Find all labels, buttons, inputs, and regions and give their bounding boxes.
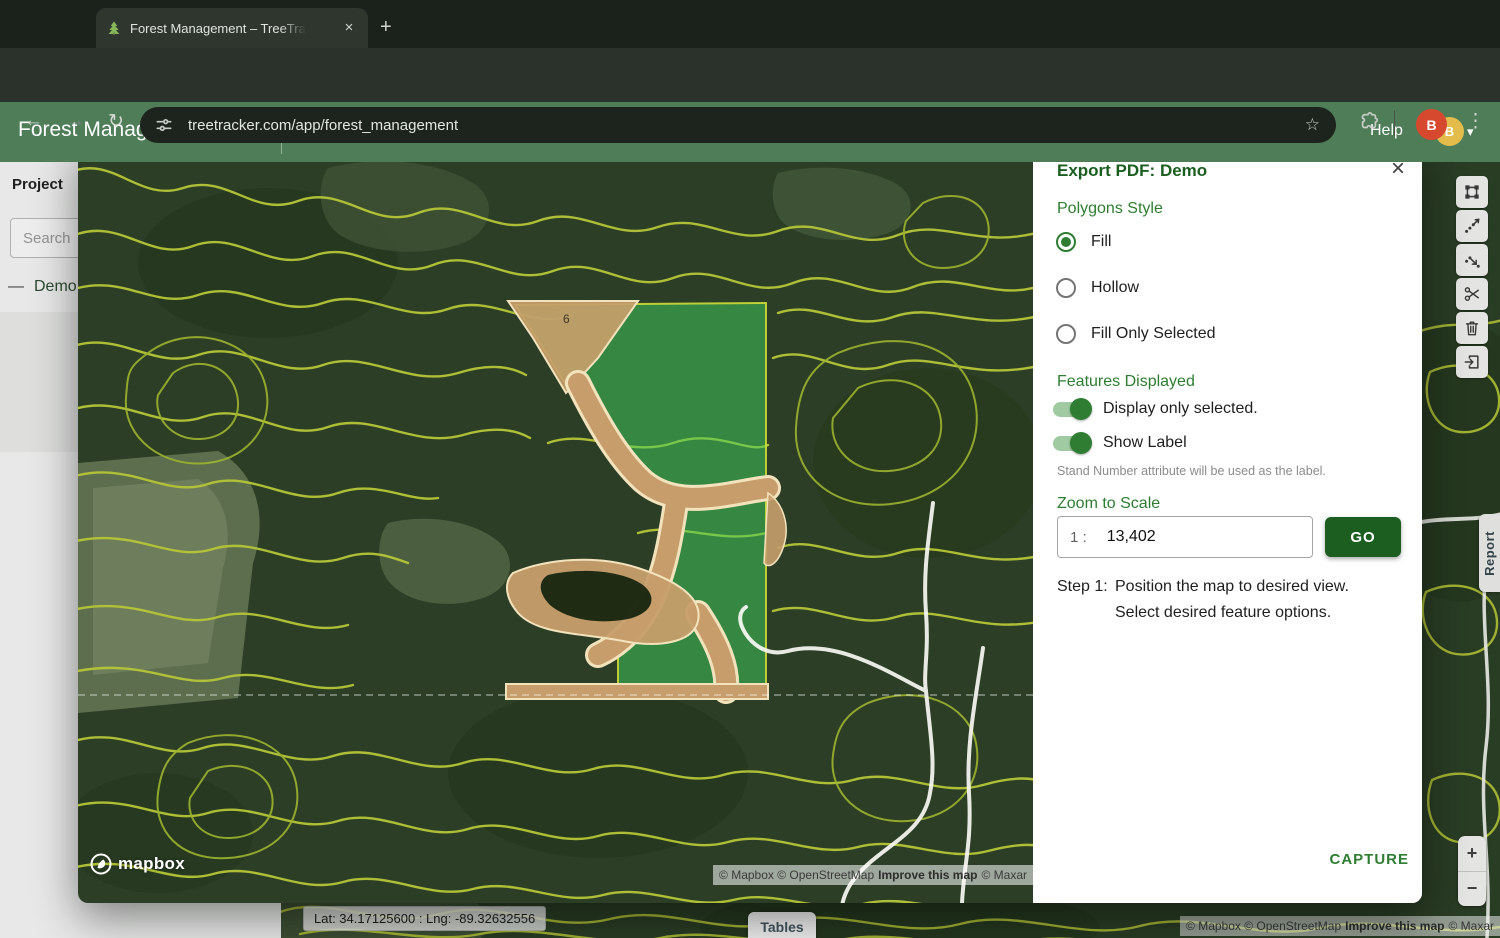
screen: Project — Demo (0, 0, 1500, 938)
radio-unselected-icon[interactable] (1056, 278, 1076, 298)
toggle-label: Display only selected. (1103, 400, 1258, 417)
toggle-display-only-selected[interactable]: Display only selected. (1053, 396, 1258, 422)
url-text[interactable]: treetracker.com/app/forest_management (188, 117, 458, 134)
tab-close-icon[interactable]: × (340, 19, 358, 37)
map-canvas[interactable]: 6 (78, 143, 1033, 903)
scale-value[interactable]: 13,402 (1107, 528, 1156, 546)
export-map-preview[interactable]: 6 mapbox © Mapbox © OpenStreetMap Improv… (78, 143, 1033, 903)
address-bar[interactable]: treetracker.com/app/forest_management ☆ (140, 107, 1336, 143)
toolbar-divider (1394, 110, 1395, 136)
stand-number-label: 6 (563, 312, 570, 326)
features-displayed-heading: Features Displayed (1057, 373, 1195, 390)
reload-button[interactable]: ↻ (108, 110, 124, 133)
zoom-to-scale-heading: Zoom to Scale (1057, 495, 1161, 512)
browser-toolbar: ← → ↻ treetracker.com/app/forest_managem… (0, 48, 1500, 143)
radio-label: Fill (1091, 233, 1112, 250)
profile-initial: B (1426, 116, 1437, 133)
radio-selected-icon[interactable] (1056, 232, 1076, 252)
tree-favicon-icon (108, 21, 120, 36)
step-line2: Select desired feature options. (1115, 604, 1332, 621)
mapbox-icon (90, 853, 112, 875)
mapbox-wordmark: mapbox (118, 854, 185, 873)
attribution-text: © Mapbox © OpenStreetMap (719, 868, 875, 882)
toggle-show-label[interactable]: Show Label (1053, 430, 1187, 456)
extensions-icon[interactable] (1358, 111, 1380, 133)
back-button[interactable]: ← (24, 110, 43, 132)
browser-tab-strip: Forest Management – TreeTra × + (0, 0, 1500, 48)
browser-menu-icon[interactable]: ⋮ (1466, 110, 1485, 133)
export-pdf-dialog: 6 mapbox © Mapbox © OpenStreetMap Improv… (78, 143, 1422, 903)
dialog-title: Export PDF: Demo (1057, 161, 1208, 180)
toggle-on-switch[interactable] (1053, 431, 1092, 454)
browser-profile-avatar[interactable]: B (1416, 109, 1447, 140)
capture-button[interactable]: CAPTURE (1329, 851, 1409, 868)
instructions: Step 1: Position the map to desired view… (1057, 574, 1349, 626)
go-button[interactable]: GO (1325, 517, 1401, 557)
scale-ratio-prefix: 1 : (1070, 528, 1087, 546)
attribution-maxar: © Maxar (981, 868, 1027, 882)
polygons-style-heading: Polygons Style (1057, 200, 1163, 217)
radio-unselected-icon[interactable] (1056, 324, 1076, 344)
tab-title: Forest Management – TreeTra (130, 20, 306, 36)
site-info-icon[interactable] (154, 115, 174, 135)
radio-option-fill[interactable]: Fill (1056, 232, 1111, 252)
browser-tab[interactable]: Forest Management – TreeTra × (96, 8, 368, 48)
mapbox-logo[interactable]: mapbox (90, 853, 185, 875)
forward-button[interactable]: → (66, 110, 85, 132)
radio-option-fill-only-selected[interactable]: Fill Only Selected (1056, 324, 1216, 344)
radio-option-hollow[interactable]: Hollow (1056, 278, 1139, 298)
new-tab-button[interactable]: + (380, 16, 392, 38)
step-line1: Position the map to desired view. (1115, 578, 1349, 595)
label-note: Stand Number attribute will be used as t… (1057, 464, 1326, 478)
scale-input[interactable]: 1 : 13,402 (1057, 516, 1313, 558)
radio-label: Hollow (1091, 279, 1140, 296)
toggle-on-switch[interactable] (1053, 397, 1092, 420)
modal-map-attribution: © Mapbox © OpenStreetMap Improve this ma… (713, 865, 1033, 885)
toggle-label: Show Label (1103, 434, 1187, 451)
step-label: Step 1: (1057, 578, 1108, 595)
improve-map-link[interactable]: Improve this map (878, 868, 977, 882)
bookmark-star-icon[interactable]: ☆ (1305, 115, 1320, 135)
radio-label: Fill Only Selected (1091, 325, 1216, 342)
export-options-panel: Export PDF: Demo × Polygons Style Fill H… (1033, 143, 1422, 903)
